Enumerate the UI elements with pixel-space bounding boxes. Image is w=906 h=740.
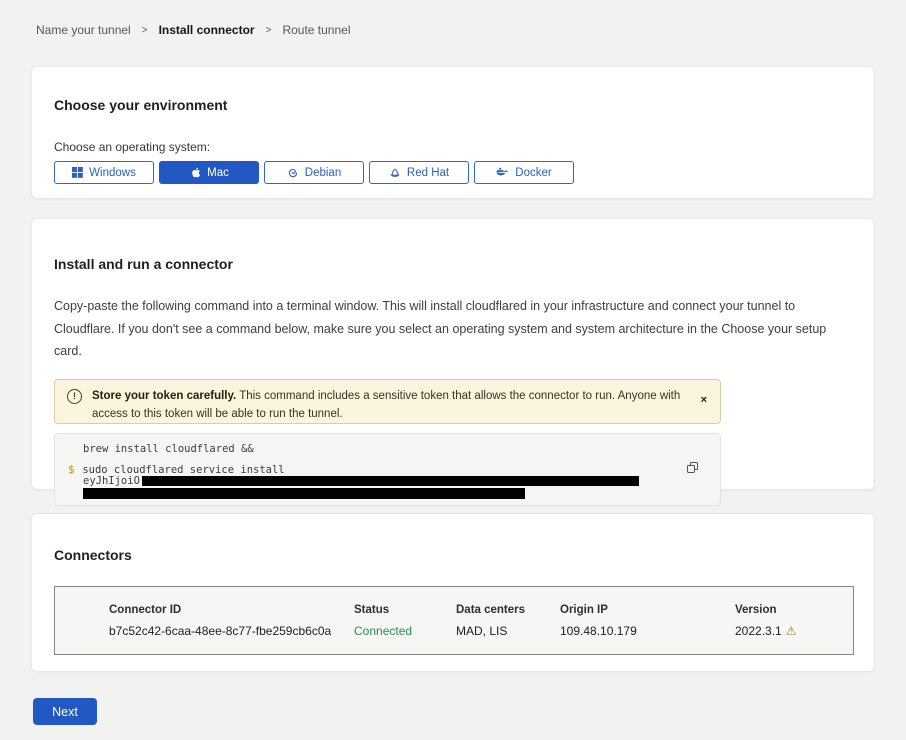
breadcrumb-separator: > — [266, 25, 272, 36]
os-select-label: Choose an operating system: — [54, 140, 852, 154]
close-icon[interactable]: × — [701, 395, 707, 406]
origin-ip-value: 109.48.10.179 — [560, 624, 735, 638]
os-button-docker[interactable]: Docker — [474, 161, 574, 184]
choose-environment-card: Choose your environment Choose an operat… — [31, 66, 875, 199]
alert-circle-icon: ! — [67, 389, 82, 404]
status-badge: Connected — [354, 624, 456, 638]
version-value: 2022.3.1 ⚠ — [735, 624, 853, 638]
os-button-debian[interactable]: Debian — [264, 161, 364, 184]
column-header-connector-id: Connector ID — [109, 604, 354, 616]
version-warning-icon: ⚠ — [786, 624, 797, 638]
connectors-table: Connector ID Status Data centers Origin … — [54, 586, 854, 655]
breadcrumb-item-route-tunnel[interactable]: Route tunnel — [282, 23, 350, 37]
column-header-origin-ip: Origin IP — [560, 604, 735, 616]
choose-environment-title: Choose your environment — [54, 97, 852, 113]
data-centers-value: MAD, LIS — [456, 624, 560, 638]
os-button-windows[interactable]: Windows — [54, 161, 154, 184]
code-line-brew: brew install cloudflared && — [83, 444, 720, 455]
connector-id-value: b7c52c42-6caa-48ee-8c77-fbe259cb6c0a — [109, 624, 354, 638]
next-button[interactable]: Next — [33, 698, 97, 725]
install-command-codeblock: brew install cloudflared && $ sudo cloud… — [54, 433, 721, 506]
os-button-label: Red Hat — [407, 167, 449, 179]
copy-command-button[interactable] — [687, 462, 698, 477]
token-warning-banner: ! Store your token carefully. This comma… — [54, 379, 721, 424]
code-command-text: sudo cloudflared service install — [82, 465, 284, 476]
breadcrumb-separator: > — [142, 25, 148, 36]
version-number: 2022.3.1 — [735, 624, 782, 638]
breadcrumb-item-name-your-tunnel[interactable]: Name your tunnel — [36, 23, 131, 37]
code-line-token: eyJhIjoiO — [83, 476, 720, 487]
column-header-status: Status — [354, 604, 456, 616]
breadcrumb-item-install-connector[interactable]: Install connector — [159, 23, 255, 37]
os-button-label: Mac — [207, 167, 229, 179]
breadcrumb: Name your tunnel > Install connector > R… — [0, 0, 906, 37]
apple-icon — [189, 166, 201, 179]
tunnel-setup-page: Name your tunnel > Install connector > R… — [0, 0, 906, 740]
os-button-label: Debian — [305, 167, 341, 179]
install-description: Copy-paste the following command into a … — [54, 295, 852, 363]
os-button-redhat[interactable]: Red Hat — [369, 161, 469, 184]
debian-icon — [287, 167, 299, 179]
connectors-card: Connectors Connector ID Status Data cent… — [31, 513, 875, 672]
column-header-version: Version — [735, 604, 853, 616]
redhat-icon — [389, 167, 401, 179]
code-line-sudo: $ sudo cloudflared service install — [68, 465, 720, 476]
redacted-token-bar — [83, 488, 525, 499]
token-prefix-text: eyJhIjoiO — [83, 476, 140, 487]
os-button-mac[interactable]: Mac — [159, 161, 259, 184]
install-connector-title: Install and run a connector — [54, 256, 852, 272]
token-warning-title: Store your token carefully. — [92, 390, 236, 402]
docker-icon — [496, 167, 509, 178]
connectors-title: Connectors — [54, 547, 852, 563]
os-button-row: Windows Mac Debian Red Hat — [54, 161, 852, 184]
redacted-token-bar — [142, 476, 639, 486]
install-connector-card: Install and run a connector Copy-paste t… — [31, 218, 875, 490]
token-warning-text: Store your token carefully. This command… — [92, 387, 684, 423]
windows-icon — [72, 167, 83, 178]
os-button-label: Windows — [89, 167, 136, 179]
shell-prompt: $ — [68, 465, 74, 476]
copy-icon — [687, 462, 698, 477]
os-button-label: Docker — [515, 167, 551, 179]
column-header-data-centers: Data centers — [456, 604, 560, 616]
